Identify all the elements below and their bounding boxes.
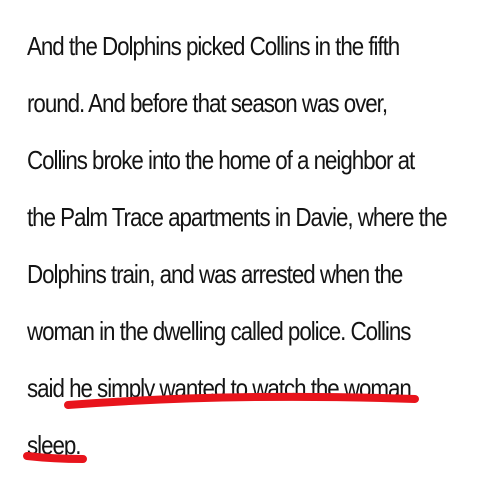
screenshot-page: And the Dolphins picked Collins in the f… [0,0,480,480]
text-line-3: Collins broke into the home of a neighbo… [27,145,415,175]
text-line-5: Dolphins train, and was arrested when th… [27,259,403,289]
article-paragraph: And the Dolphins picked Collins in the f… [27,18,472,474]
text-line-8: sleep. [27,430,82,460]
text-line-4: the Palm Trace apartments in Davie, wher… [27,202,448,232]
text-line-7: said he simply wanted to watch the woman [27,373,412,403]
text-line-1: And the Dolphins picked Collins in the f… [27,31,400,61]
text-line-2: round. And before that season was over, [27,88,388,118]
text-line-6: woman in the dwelling called police. Col… [27,316,411,346]
